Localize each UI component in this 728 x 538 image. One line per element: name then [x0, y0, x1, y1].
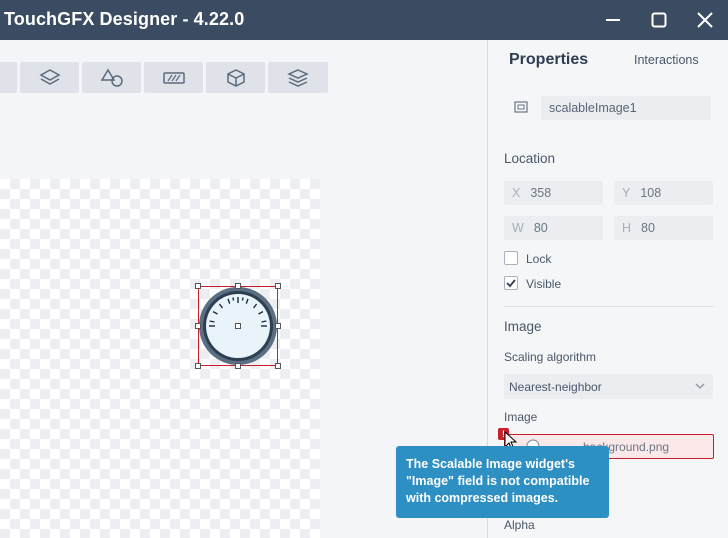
w-label: W: [512, 221, 524, 235]
toolbar-button-shapes[interactable]: [82, 62, 141, 93]
image-widget-icon: [514, 101, 528, 113]
y-label: Y: [622, 186, 631, 200]
h-value: 80: [641, 221, 655, 235]
x-label: X: [512, 186, 521, 200]
resize-handle[interactable]: [275, 323, 281, 329]
chevron-down-icon: [695, 383, 705, 389]
resize-handle[interactable]: [195, 283, 201, 289]
lock-checkbox[interactable]: [504, 251, 518, 265]
x-value: 358: [530, 186, 552, 200]
visible-checkbox[interactable]: [504, 276, 518, 290]
cube-icon: [226, 68, 245, 87]
resize-handle[interactable]: [235, 283, 241, 289]
w-value: 80: [533, 221, 548, 235]
toolbar-button-partial[interactable]: [0, 62, 17, 93]
y-field[interactable]: Y 108: [614, 181, 713, 205]
widget-name-field[interactable]: scalableImage1: [541, 96, 711, 120]
h-label: H: [622, 221, 632, 235]
title-bar: TouchGFX Designer - 4.22.0: [0, 0, 728, 40]
tab-interactions[interactable]: Interactions: [634, 53, 699, 67]
y-value: 108: [640, 186, 662, 200]
maximize-button[interactable]: [647, 8, 671, 32]
resize-handle[interactable]: [275, 363, 281, 369]
scaling-algorithm-select[interactable]: Nearest-neighbor: [504, 374, 713, 399]
height-field[interactable]: H 80: [614, 216, 713, 240]
layers-icon: [38, 68, 61, 85]
center-handle[interactable]: [235, 323, 241, 329]
toolbar-button-cube[interactable]: [206, 62, 265, 93]
scaling-algorithm-label: Scaling algorithm: [504, 350, 597, 364]
shapes-icon: [100, 68, 123, 87]
error-tooltip: The Scalable Image widget's "Image" fiel…: [396, 446, 609, 518]
visible-label: Visible: [526, 277, 562, 291]
checkmark-icon: [506, 279, 516, 288]
toolbar-button-stack[interactable]: [268, 62, 328, 93]
resize-handle[interactable]: [195, 363, 201, 369]
location-heading: Location: [504, 151, 556, 166]
close-icon: [697, 12, 713, 28]
minimize-icon: [606, 19, 620, 21]
resize-handle[interactable]: [235, 363, 241, 369]
maximize-icon: [651, 12, 667, 28]
striped-rect-icon: [162, 71, 185, 84]
resize-handle[interactable]: [195, 323, 201, 329]
tab-properties[interactable]: Properties: [509, 51, 588, 69]
lock-label: Lock: [526, 252, 552, 266]
minimize-button[interactable]: [601, 8, 625, 32]
width-field[interactable]: W 80: [504, 216, 603, 240]
scaling-algorithm-value: Nearest-neighbor: [509, 380, 602, 394]
resize-handle[interactable]: [275, 283, 281, 289]
divider: [504, 306, 714, 307]
alpha-label: Alpha: [504, 518, 535, 532]
window-title: TouchGFX Designer - 4.22.0: [4, 9, 245, 29]
toolbar-button-striped[interactable]: [144, 62, 203, 93]
widget-toolbar: [0, 62, 328, 93]
toolbar-button-layers[interactable]: [20, 62, 79, 93]
stack-icon: [287, 68, 309, 87]
image-label: Image: [504, 410, 538, 424]
x-field[interactable]: X 358: [504, 181, 603, 205]
close-button[interactable]: [693, 8, 717, 32]
image-section-heading: Image: [504, 319, 542, 334]
